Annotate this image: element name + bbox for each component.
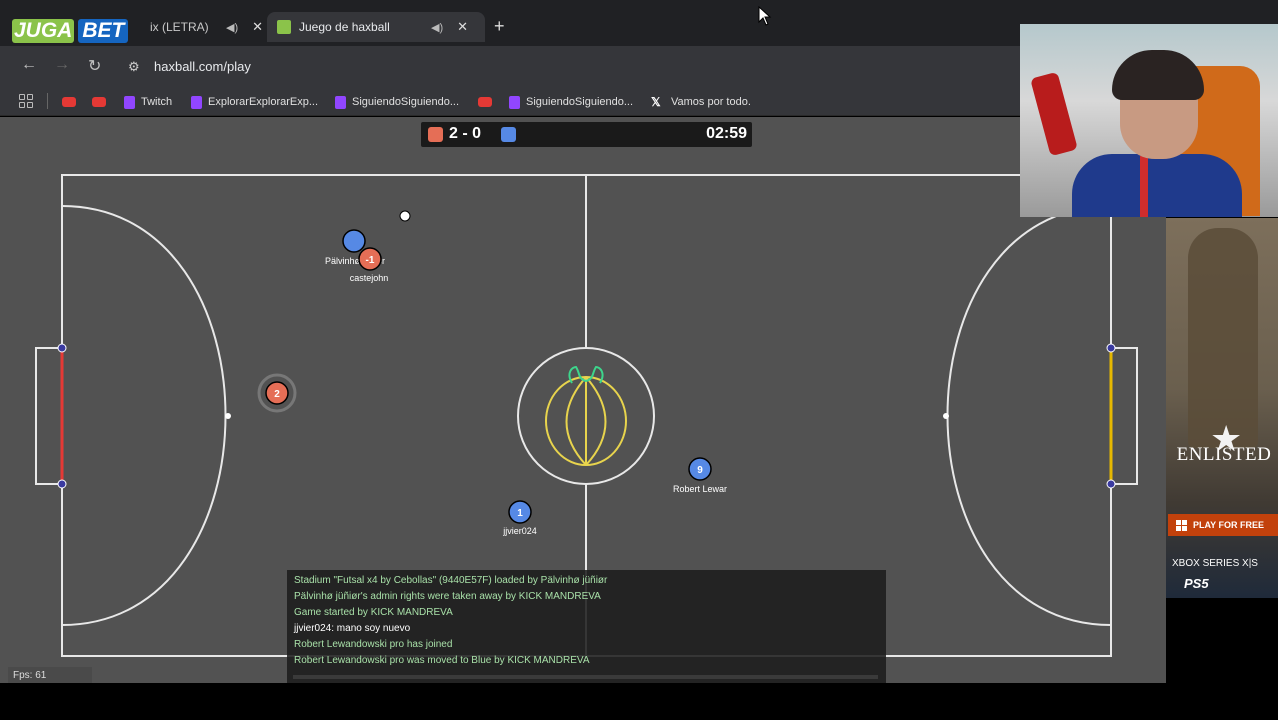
youtube-icon [62, 97, 76, 107]
left-goal-net [35, 347, 62, 485]
bookmarks-divider [47, 93, 48, 109]
right-goal-post [1106, 479, 1116, 489]
chat-line: Stadium "Futsal x4 by Cebollas" (9440E57… [294, 575, 608, 586]
brand-part1: JUGA [12, 19, 75, 43]
bookmark-youtube-2[interactable] [92, 94, 112, 110]
streamer-hair [1112, 50, 1204, 100]
player-red-2: 2 [257, 373, 297, 413]
x-icon: 𝕏 [651, 95, 661, 109]
mouse-cursor-icon [758, 6, 772, 26]
new-tab-button[interactable]: + [494, 16, 505, 37]
bookmark-x[interactable]: 𝕏 Vamos por todo. [651, 94, 751, 110]
match-timer: 02:59 [706, 125, 747, 142]
player-blue-9: 9 Robert Lewar [673, 457, 727, 494]
bookmark-siguiendo-2[interactable]: SiguiendoSiguiendo... [509, 94, 633, 110]
chat-line: Pälvinhø jüñiør's admin rights were take… [294, 591, 601, 602]
twitch-icon [509, 95, 520, 109]
play-for-free-button[interactable]: PLAY FOR FREE [1168, 514, 1278, 536]
score: 2 - 0 [449, 125, 482, 142]
twitch-icon [124, 95, 135, 109]
windows-icon [1176, 519, 1187, 531]
twitch-icon [191, 95, 202, 109]
haxball-favicon-icon [277, 20, 291, 34]
chat-input[interactable] [293, 675, 878, 679]
ad-title: ENLISTED [1176, 444, 1272, 465]
right-goal-net [1111, 347, 1138, 485]
chat-line: Game started by KICK MANDREVA [294, 607, 453, 618]
scoreboard: 2 - 0 02:59 [421, 122, 752, 147]
youtube-icon [92, 97, 106, 107]
player-number: 9 [697, 465, 703, 476]
player-name: Robert Lewar [673, 484, 727, 494]
jugabet-logo: JUGA BET [12, 18, 148, 44]
bookmark-explorar[interactable]: ExplorarExplorarExp... [191, 94, 318, 110]
bookmark-label: ExplorarExplorarExp... [208, 96, 319, 108]
player-name: jjvier024 [502, 526, 537, 536]
forward-icon[interactable]: → [54, 56, 70, 74]
right-penalty-spot [943, 413, 949, 419]
bookmark-twitch[interactable]: Twitch [124, 94, 172, 110]
right-goal-post [1106, 343, 1116, 353]
tab-music[interactable]: ix (LETRA) J ◀) ✕ [140, 12, 264, 42]
microphone-icon [1030, 71, 1078, 157]
left-goal-post [57, 479, 67, 489]
left-penalty-spot [225, 413, 231, 419]
red-team-swatch [428, 127, 443, 142]
enlisted-ad[interactable]: ★ ENLISTED PLAY FOR FREE XBOX SERIES X|S… [1166, 218, 1278, 598]
url-field[interactable]: haxball.com/play [154, 59, 251, 74]
back-icon[interactable]: ← [21, 56, 37, 74]
bookmark-label: SiguiendoSiguiendo... [526, 96, 634, 108]
bookmark-siguiendo-1[interactable]: SiguiendoSiguiendo... [335, 94, 459, 110]
bookmark-label: Vamos por todo. [671, 96, 751, 108]
xbox-label: XBOX SERIES X|S [1172, 558, 1258, 569]
close-tab-icon[interactable]: ✕ [457, 19, 468, 35]
bookmark-youtube-3[interactable] [478, 94, 498, 110]
streamer-shirt [1072, 154, 1242, 217]
speaker-icon[interactable]: ◀) [431, 21, 443, 34]
ball [399, 210, 411, 222]
close-tab-icon[interactable]: ✕ [252, 19, 263, 35]
right-penalty-arc [946, 205, 1112, 626]
soldier-image [1188, 228, 1258, 448]
ad-button-label: PLAY FOR FREE [1193, 520, 1265, 530]
left-goal-post [57, 343, 67, 353]
chat-line: Robert Lewandowski pro has joined [294, 639, 453, 650]
bookmark-label: Twitch [141, 96, 173, 108]
chat-panel: Stadium "Futsal x4 by Cebollas" (9440E57… [287, 570, 886, 683]
player-name: castejohn [350, 273, 389, 283]
fps-counter: Fps: 61 [8, 667, 92, 683]
tab-haxball[interactable]: Juego de haxball ◀) ✕ [267, 12, 485, 42]
webcam-overlay [1020, 24, 1278, 217]
chat-line: jjvier024: mano soy nuevo [294, 623, 411, 634]
tab-title: Juego de haxball [299, 20, 390, 34]
twitch-icon [335, 95, 346, 109]
screen: ix (LETRA) J ◀) ✕ Juego de haxball ◀) ✕ … [0, 0, 1278, 720]
site-info-icon[interactable]: ⚙ [128, 59, 140, 75]
youtube-icon [478, 97, 492, 107]
reload-icon[interactable]: ↻ [88, 56, 101, 76]
player-number: 2 [274, 389, 280, 400]
tab-title: ix (LETRA) J [150, 20, 212, 34]
player-blue-1: 1 jjvier024 [502, 500, 537, 536]
ps5-label: PS5 [1184, 576, 1209, 591]
bookmark-youtube-1[interactable] [62, 94, 82, 110]
left-penalty-arc [61, 205, 227, 626]
speaker-icon[interactable]: ◀) [226, 21, 238, 34]
apps-grid-icon[interactable] [19, 94, 33, 108]
player-number: 1 [517, 508, 523, 519]
player-number: -1 [366, 255, 375, 266]
bookmark-label: SiguiendoSiguiendo... [352, 96, 460, 108]
brand-part2: BET [78, 19, 129, 43]
shirt-stripe [1140, 156, 1148, 217]
blue-team-swatch [501, 127, 516, 142]
chat-line: Robert Lewandowski pro was moved to Blue… [294, 655, 590, 666]
